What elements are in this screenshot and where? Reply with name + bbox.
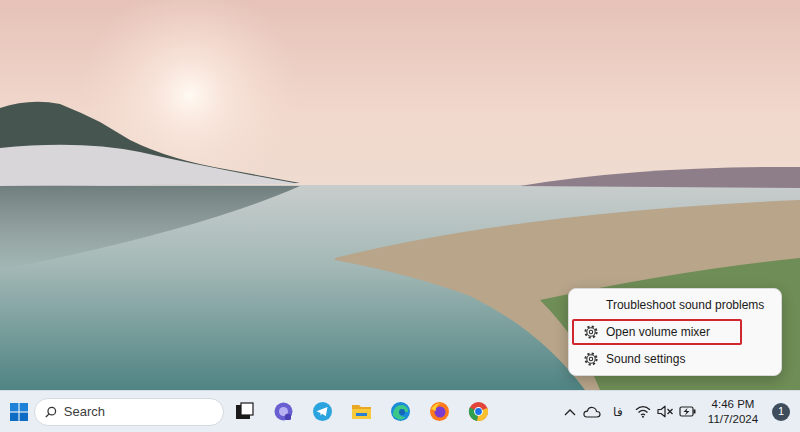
edge-button[interactable]	[381, 393, 420, 431]
search-box[interactable]	[34, 398, 224, 426]
magnifier-icon	[45, 405, 57, 419]
chevron-up-icon	[564, 408, 576, 416]
telegram-icon	[312, 401, 333, 422]
wifi-button[interactable]	[632, 397, 654, 427]
file-explorer-button[interactable]	[342, 393, 381, 431]
wifi-icon	[635, 405, 651, 418]
clock-date: 11/7/2024	[708, 412, 758, 427]
video-chat-icon	[273, 401, 294, 422]
menu-item-label: Troubleshoot sound problems	[606, 296, 764, 314]
gear-icon	[584, 325, 598, 339]
menu-item[interactable]: Open volume mixer	[572, 319, 742, 345]
gear-icon	[584, 352, 598, 366]
folder-icon	[351, 401, 372, 422]
context-menu: Troubleshoot sound problems Open volume m…	[568, 288, 782, 376]
chrome-icon	[468, 401, 489, 422]
clock-time: 4:46 PM	[712, 397, 755, 412]
search-input[interactable]	[64, 402, 213, 422]
task-view-button[interactable]	[225, 393, 264, 431]
clock[interactable]: 4:46 PM 11/7/2024	[700, 397, 766, 427]
windows-start-icon[interactable]	[10, 403, 28, 421]
firefox-button[interactable]	[420, 393, 459, 431]
menu-item-icon-slot	[584, 352, 598, 366]
firefox-icon	[429, 401, 450, 422]
show-hidden-icons-button[interactable]	[560, 397, 580, 427]
menu-item[interactable]: Troubleshoot sound problems	[572, 292, 778, 318]
volume-button[interactable]	[654, 397, 676, 427]
cloud-icon	[583, 406, 601, 418]
language-indicator[interactable]: فا	[604, 397, 632, 427]
chrome-button[interactable]	[459, 393, 498, 431]
menu-item[interactable]: Sound settings	[572, 346, 778, 372]
menu-item-icon-slot	[584, 325, 598, 339]
task-view-icon	[234, 401, 255, 422]
menu-item-icon-slot	[584, 298, 598, 312]
notification-badge[interactable]: 1	[772, 403, 790, 421]
desktop: Troubleshoot sound problems Open volume m…	[0, 0, 800, 390]
menu-item-label: Open volume mixer	[606, 323, 710, 341]
meet-app-button[interactable]	[264, 393, 303, 431]
edge-icon	[390, 401, 411, 422]
taskbar: فا 4:46 PM 11/7/2024 1	[0, 390, 800, 432]
onedrive-button[interactable]	[580, 397, 604, 427]
battery-charging-icon	[679, 405, 697, 418]
telegram-button[interactable]	[303, 393, 342, 431]
menu-item-label: Sound settings	[606, 350, 685, 368]
speaker-muted-icon	[657, 405, 674, 418]
power-button[interactable]	[676, 397, 700, 427]
